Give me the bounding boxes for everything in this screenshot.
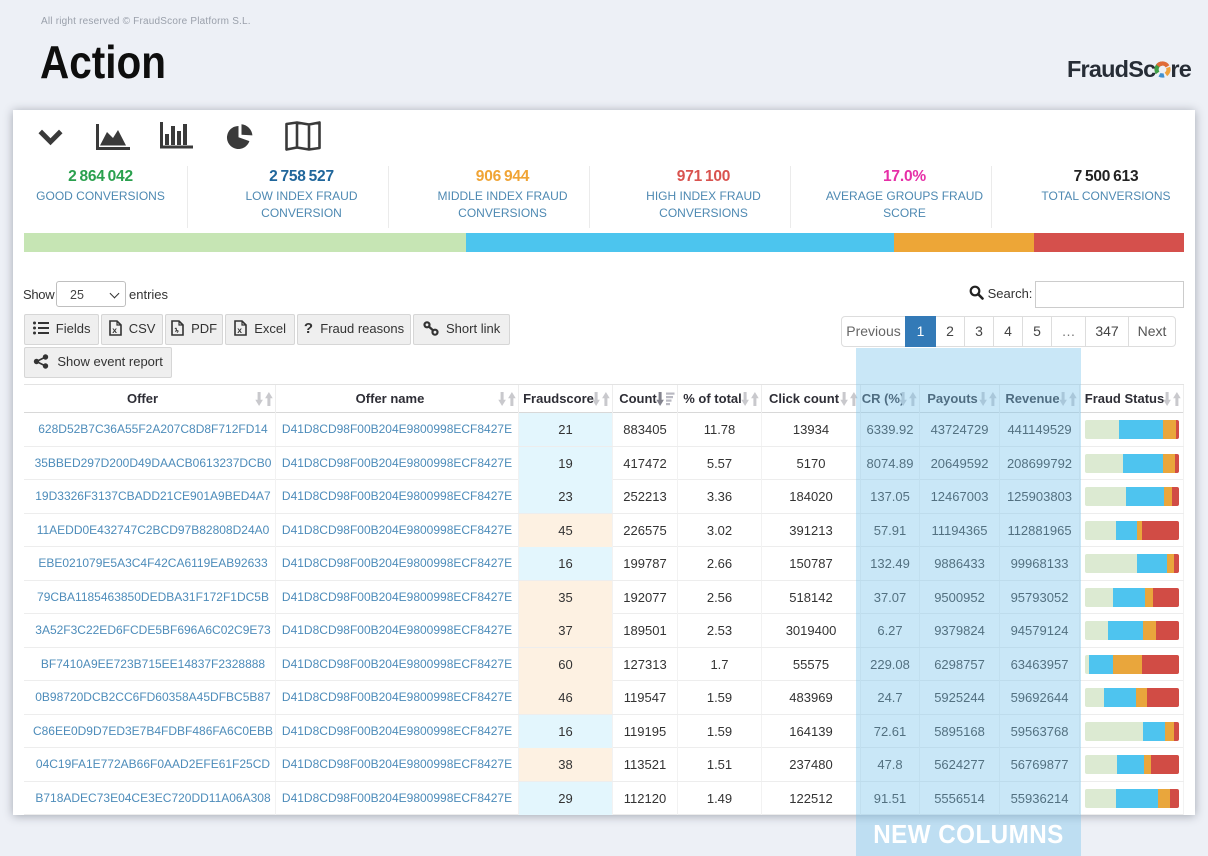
svg-text:x: x bbox=[112, 325, 117, 335]
svg-text:x: x bbox=[237, 325, 242, 335]
